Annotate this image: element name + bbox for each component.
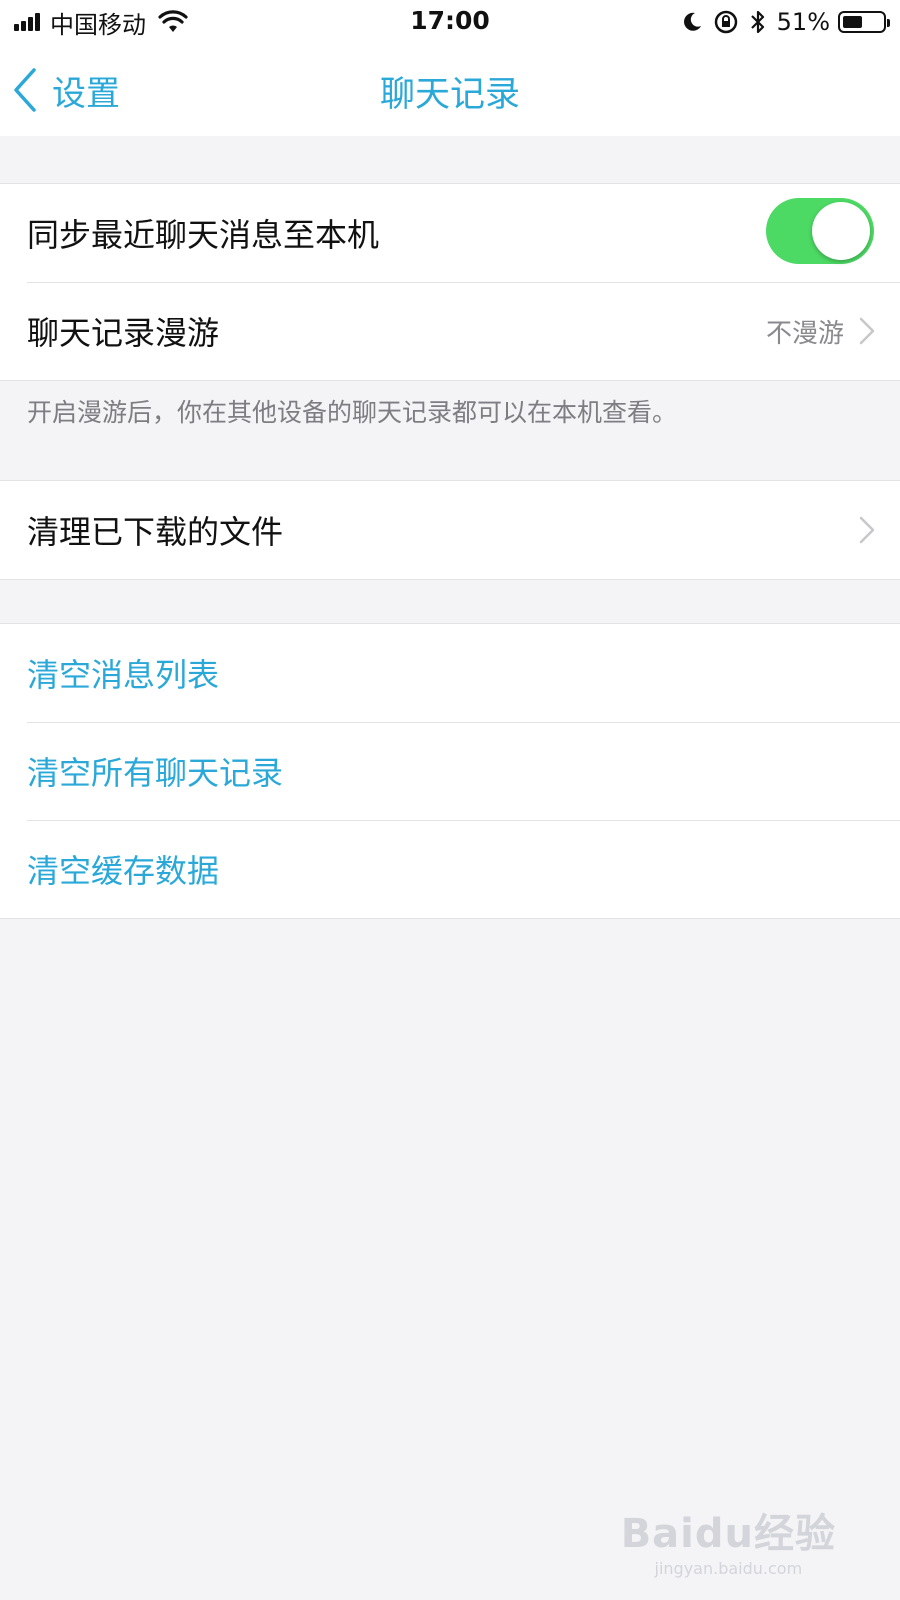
- clear-cache-row[interactable]: 清空缓存数据: [0, 820, 900, 918]
- moon-icon: [683, 12, 701, 31]
- sync-toggle[interactable]: [766, 198, 874, 264]
- watermark-url: jingyan.baidu.com: [654, 1559, 803, 1578]
- chat-roaming-row[interactable]: 聊天记录漫游 不漫游: [0, 282, 900, 380]
- battery-percent: 51%: [776, 8, 830, 36]
- battery-level: [843, 16, 862, 28]
- chevron-right-icon: [859, 317, 875, 345]
- navigation-bar: 设置 聊天记录: [0, 44, 900, 136]
- page-title: 聊天记录: [379, 75, 520, 115]
- clear-cache-label: 清空缓存数据: [27, 852, 220, 890]
- sync-recent-messages-row: 同步最近聊天消息至本机: [0, 184, 900, 282]
- clear-message-list-row[interactable]: 清空消息列表: [0, 624, 900, 722]
- clear-all-records-label: 清空所有聊天记录: [27, 754, 284, 792]
- clear-section: 清空消息列表 清空所有聊天记录 清空缓存数据: [0, 623, 900, 919]
- bluetooth-icon: [750, 10, 764, 34]
- clean-downloaded-files-row[interactable]: 清理已下载的文件: [0, 481, 900, 579]
- roaming-footnote: 开启漫游后，你在其他设备的聊天记录都可以在本机查看。: [27, 398, 678, 427]
- battery-icon: [838, 11, 890, 33]
- watermark-logo: Baidu经验: [620, 1511, 836, 1557]
- clear-message-list-label: 清空消息列表: [27, 656, 220, 694]
- watermark: Baidu经验 jingyan.baidu.com: [621, 1501, 836, 1578]
- orientation-lock-icon: [714, 10, 737, 34]
- clean-downloaded-files-label: 清理已下载的文件: [27, 513, 284, 551]
- status-right: 51%: [671, 6, 890, 38]
- status-bar: 中国移动 17:00 51%: [0, 0, 900, 44]
- sync-recent-messages-label: 同步最近聊天消息至本机: [27, 216, 380, 254]
- sync-section: 同步最近聊天消息至本机 聊天记录漫游 不漫游: [0, 183, 900, 381]
- chat-roaming-label: 聊天记录漫游: [27, 314, 220, 352]
- clear-all-records-row[interactable]: 清空所有聊天记录: [0, 722, 900, 820]
- chevron-right-icon: [859, 516, 875, 544]
- chat-roaming-value: 不漫游: [765, 318, 844, 349]
- files-section: 清理已下载的文件: [0, 480, 900, 580]
- toggle-knob: [812, 202, 870, 260]
